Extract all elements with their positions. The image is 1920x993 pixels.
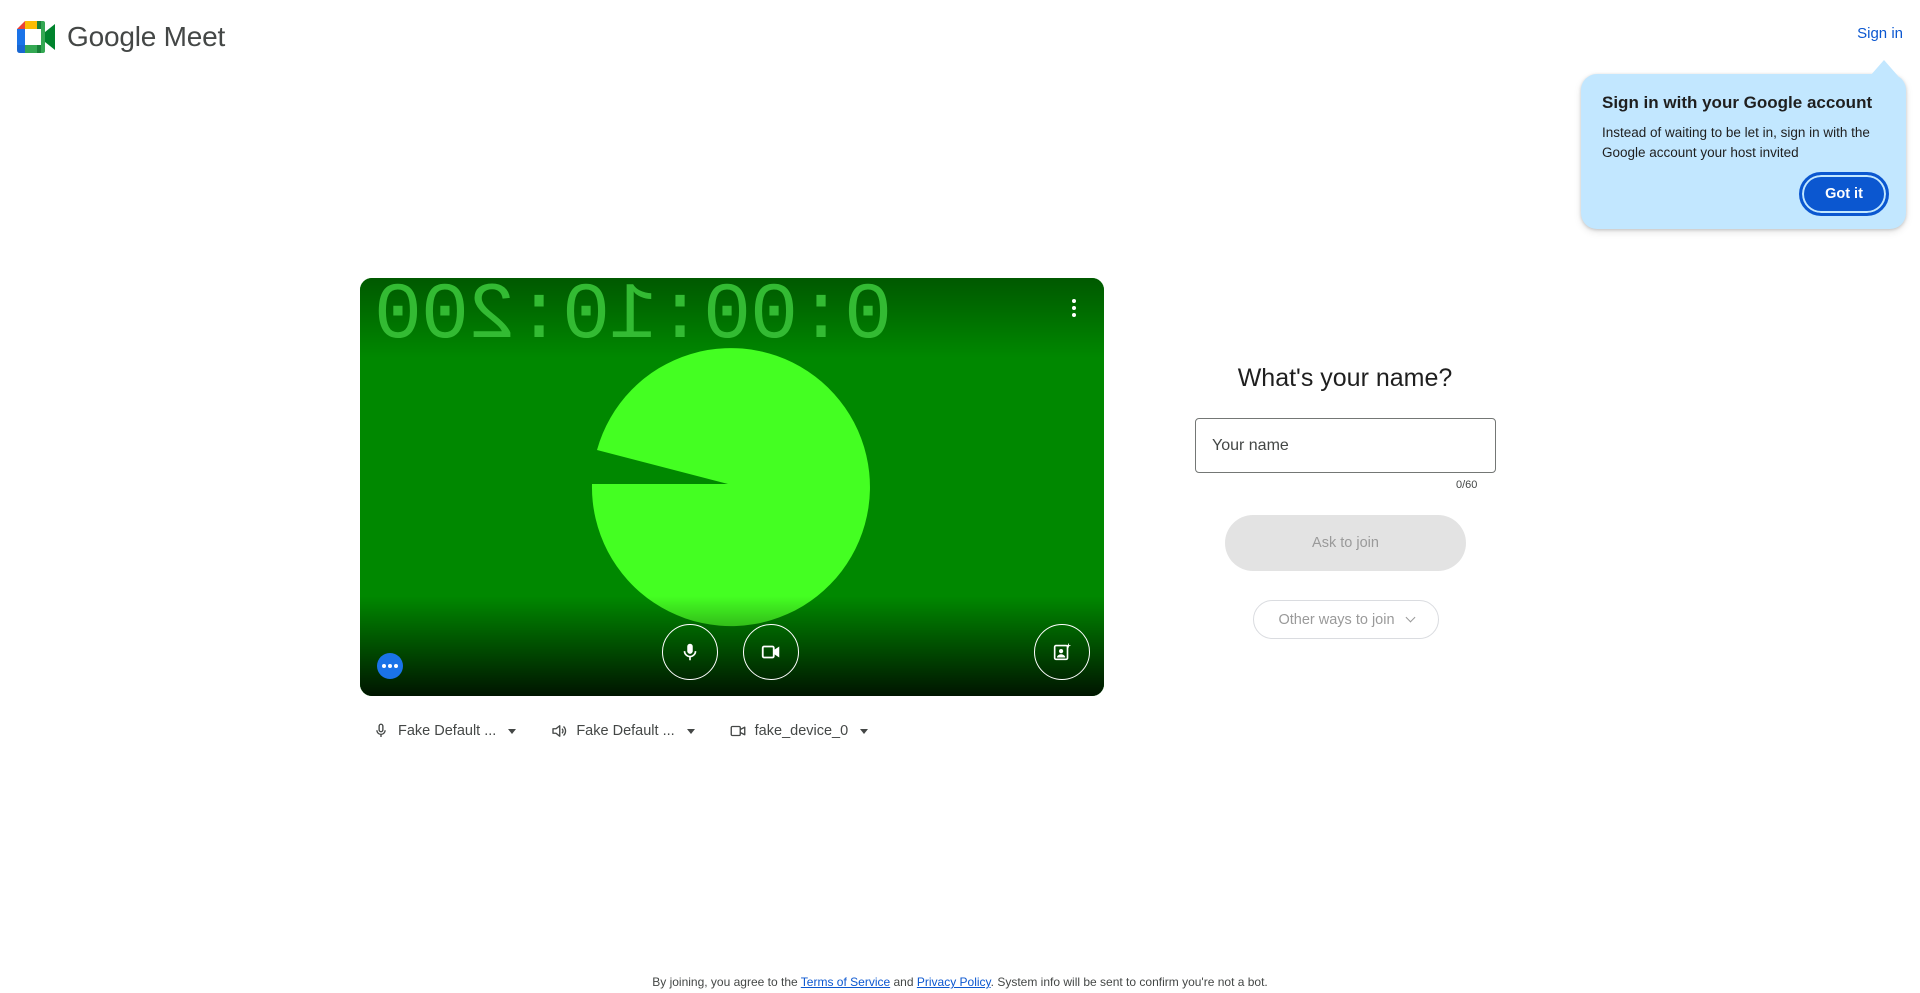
more-options-icon[interactable] — [1062, 296, 1086, 320]
device-selectors: Fake Default ... Fake Default ... fake_d… — [372, 720, 902, 742]
speaker-device-label: Fake Default ... — [576, 723, 675, 739]
other-ways-label: Other ways to join — [1278, 611, 1395, 628]
ask-to-join-button[interactable]: Ask to join — [1225, 515, 1466, 571]
tooltip-title: Sign in with your Google account — [1602, 93, 1873, 112]
microphone-icon — [376, 723, 386, 737]
visual-effects-icon — [1053, 642, 1072, 661]
microphone-selector[interactable]: Fake Default ... — [372, 720, 517, 742]
camera-toggle-button[interactable] — [743, 624, 799, 680]
name-input[interactable] — [1195, 418, 1496, 473]
tooltip-arrow — [1870, 60, 1898, 76]
microphone-toggle-button[interactable] — [662, 624, 718, 680]
sign-in-tooltip: Sign in with your Google account Instead… — [1581, 60, 1906, 229]
sign-in-link[interactable]: Sign in — [1857, 25, 1903, 42]
camera-device-label: fake_device_0 — [754, 723, 849, 739]
chevron-down-icon — [1405, 612, 1415, 623]
speaker-icon — [552, 725, 567, 737]
footer-prefix: By joining, you agree to the — [652, 975, 798, 989]
footer-disclaimer: By joining, you agree to the Terms of Se… — [0, 975, 1920, 989]
chevron-down-icon — [508, 728, 517, 734]
privacy-policy-link[interactable]: Privacy Policy — [917, 975, 991, 989]
microphone-device-label: Fake Default ... — [398, 723, 497, 739]
tooltip-body: Instead of waiting to be let in, sign in… — [1602, 125, 1870, 160]
google-meet-logo-icon — [17, 21, 55, 53]
app-name: Google Meet — [67, 21, 226, 52]
chevron-down-icon — [686, 728, 695, 734]
video-camera-icon — [761, 645, 780, 659]
chevron-down-icon — [860, 728, 869, 734]
video-preview: 0:00:10:200 — [360, 278, 1104, 696]
visual-effects-button[interactable] — [1034, 624, 1090, 680]
got-it-button[interactable]: Got it — [1799, 172, 1889, 216]
pacman-shape — [591, 348, 870, 627]
join-heading: What's your name? — [1237, 364, 1453, 392]
terms-of-service-link[interactable]: Terms of Service — [801, 975, 890, 989]
other-ways-to-join-button[interactable]: Other ways to join — [1253, 600, 1439, 639]
speaker-selector[interactable]: Fake Default ... — [550, 720, 695, 742]
footer-and: and — [893, 975, 914, 989]
camera-selector[interactable]: fake_device_0 — [729, 720, 869, 742]
footer-suffix: . System info will be sent to confirm yo… — [990, 975, 1268, 989]
microphone-icon — [683, 643, 697, 661]
google-meet-logo[interactable]: Google Meet — [17, 20, 225, 54]
timer-overlay: 0:00:10:200 — [374, 278, 892, 362]
more-actions-button[interactable] — [377, 653, 403, 679]
character-counter: 0/60 — [1456, 479, 1478, 491]
video-camera-icon — [730, 725, 746, 737]
